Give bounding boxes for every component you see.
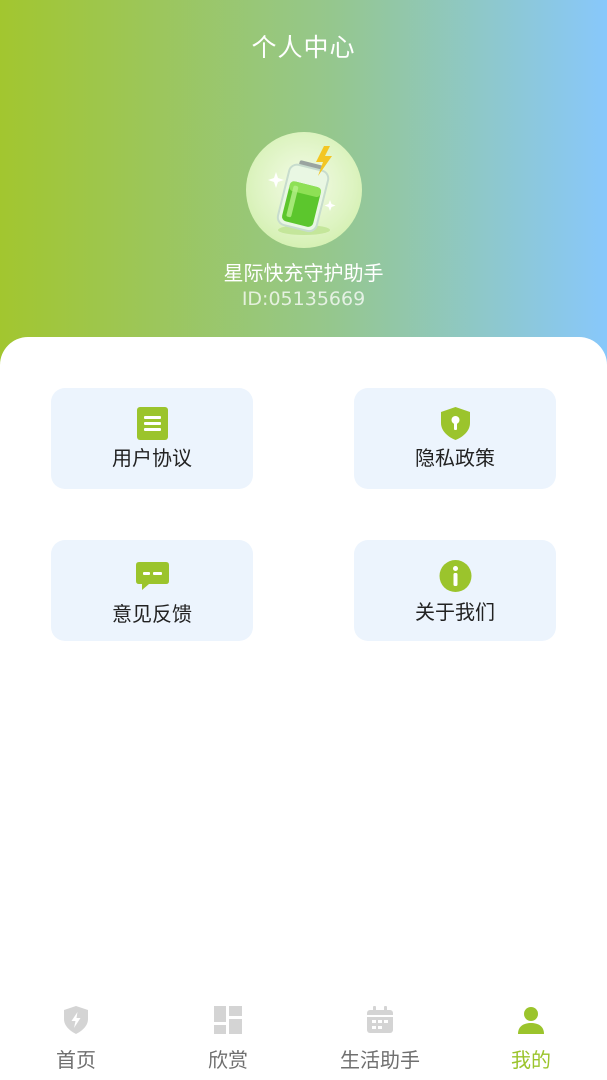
info-icon [439, 558, 472, 593]
tab-life-assistant[interactable]: 生活助手 [304, 995, 456, 1080]
profile-header: 个人中心 星际快充守护助手 ID:05135669 [0, 0, 607, 380]
username: 星际快充守护助手 [223, 261, 384, 285]
menu-label: 用户协议 [112, 446, 192, 470]
menu-label: 关于我们 [415, 600, 495, 624]
battery-charging-icon [268, 146, 336, 235]
page-title: 个人中心 [251, 33, 356, 62]
shield-bolt-icon [61, 1005, 91, 1035]
tab-mine[interactable]: 我的 [455, 995, 607, 1080]
user-agreement-button[interactable]: 用户协议 [51, 388, 253, 489]
menu-panel: 用户协议 隐私政策 意见反馈 关于我们 [0, 337, 607, 1080]
bottom-tab-bar: 首页 欣赏 生活助手 我的 [0, 995, 607, 1080]
grid-icon [213, 1005, 243, 1035]
tab-label: 我的 [511, 1048, 551, 1072]
privacy-policy-button[interactable]: 隐私政策 [354, 388, 556, 489]
tab-gallery[interactable]: 欣赏 [152, 995, 304, 1080]
shield-lock-icon [439, 406, 472, 441]
tab-home[interactable]: 首页 [0, 995, 152, 1080]
chat-icon [136, 558, 169, 593]
avatar[interactable] [246, 132, 362, 248]
calendar-icon [365, 1005, 395, 1035]
user-icon [516, 1005, 546, 1035]
about-us-button[interactable]: 关于我们 [354, 540, 556, 641]
user-id: ID:05135669 [241, 288, 366, 310]
menu-label: 意见反馈 [112, 602, 192, 626]
document-icon [136, 406, 169, 441]
tab-label: 欣赏 [208, 1048, 248, 1072]
menu-label: 隐私政策 [415, 446, 495, 470]
tab-label: 生活助手 [340, 1048, 420, 1072]
feedback-button[interactable]: 意见反馈 [51, 540, 253, 641]
tab-label: 首页 [56, 1048, 96, 1072]
